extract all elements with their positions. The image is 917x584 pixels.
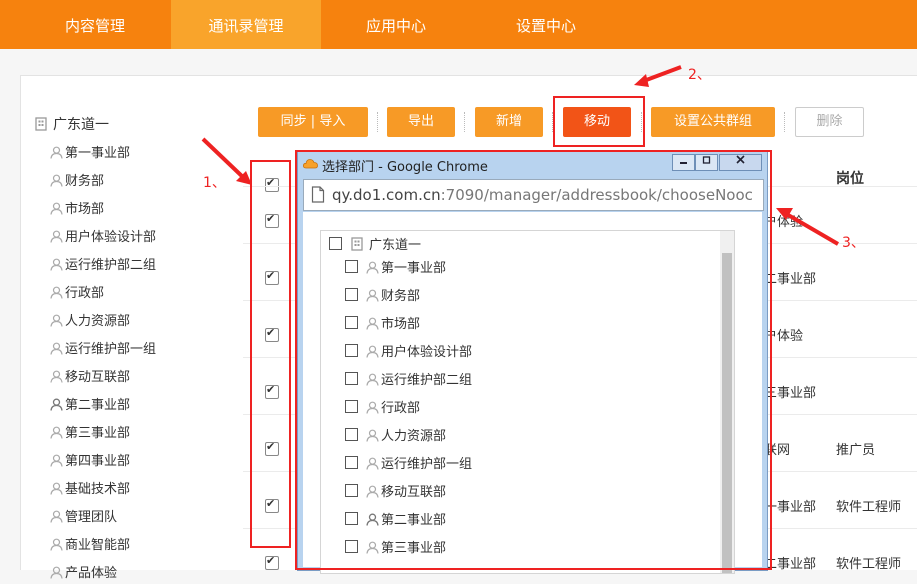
arrow-3 [781,210,840,246]
annotation-label-3: 3、 [842,235,865,251]
annotation-arrows [201,65,840,246]
annotation-label-2: 2、 [688,67,711,83]
arrow-2-head [634,74,649,87]
annotation-label-1: 1、 [203,175,226,191]
